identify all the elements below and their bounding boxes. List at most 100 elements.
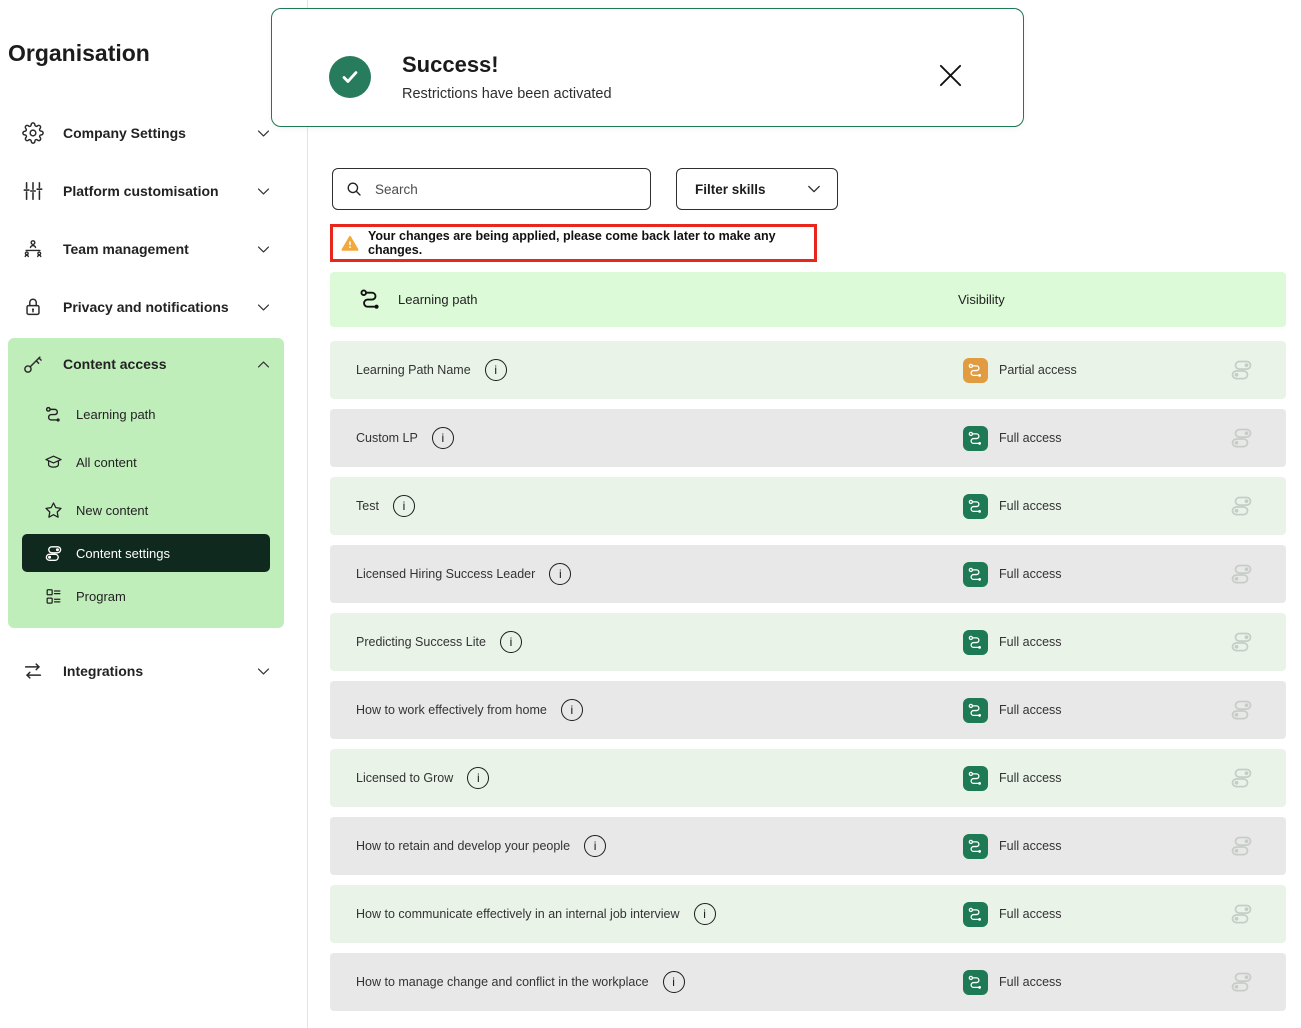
sidebar-subitem-label: Program [76,589,126,604]
info-icon[interactable]: i [393,495,415,517]
table-row: How to retain and develop your people i … [330,817,1286,875]
table-rows: Learning Path Name i Partial access Cust… [330,341,1286,1011]
filter-label: Filter skills [695,182,805,197]
filter-skills-dropdown[interactable]: Filter skills [676,168,838,210]
toast-title: Success! [402,52,499,78]
info-icon[interactable]: i [584,835,606,857]
sidebar-item-content-access[interactable]: Content access [8,338,284,390]
learning-path-table: Learning path Visibility Learning Path N… [330,272,1286,1021]
table-header: Learning path Visibility [330,272,1286,327]
toggles-icon[interactable] [1228,698,1255,722]
chevron-down-icon [255,299,272,316]
access-badge [963,562,988,587]
sidebar-subitem-label: Content settings [76,546,170,561]
path-icon [967,770,984,787]
access-badge [963,358,988,383]
toggles-icon [44,544,63,563]
sidebar-item-label: Content access [63,356,255,372]
sidebar-item-company-settings[interactable]: Company Settings [8,104,284,162]
sidebar-subitem-label: Learning path [76,407,156,422]
chevron-down-icon [255,125,272,142]
access-badge [963,630,988,655]
visibility-cell: Full access [963,426,1062,451]
access-badge [963,834,988,859]
gear-icon [22,122,44,144]
chevron-down-icon [255,183,272,200]
sidebar-item-label: Company Settings [63,125,255,141]
sidebar-item-learning-path[interactable]: Learning path [8,390,284,438]
toggles-icon[interactable] [1228,902,1255,926]
row-name: How to manage change and conflict in the… [356,975,649,989]
table-row: How to manage change and conflict in the… [330,953,1286,1011]
row-name: Test [356,499,379,513]
info-icon[interactable]: i [694,903,716,925]
access-label: Full access [999,499,1062,513]
path-icon [358,287,383,312]
table-row: Custom LP i Full access [330,409,1286,467]
row-name: Licensed Hiring Success Leader [356,567,535,581]
visibility-cell: Partial access [963,358,1077,383]
access-badge [963,698,988,723]
toggles-icon[interactable] [1228,970,1255,994]
sidebar-nav: Company Settings Platform customisation … [8,104,284,700]
table-row: Licensed Hiring Success Leader i Full ac… [330,545,1286,603]
access-label: Full access [999,771,1062,785]
info-icon[interactable]: i [500,631,522,653]
sidebar-item-program[interactable]: Program [8,572,284,620]
path-icon [967,974,984,991]
warning-message: Your changes are being applied, please c… [368,229,804,257]
toggles-icon[interactable] [1228,426,1255,450]
info-icon[interactable]: i [561,699,583,721]
table-row: How to communicate effectively in an int… [330,885,1286,943]
lock-icon [22,296,44,318]
sidebar-item-team-management[interactable]: Team management [8,220,284,278]
table-row: Learning Path Name i Partial access [330,341,1286,399]
sidebar-item-privacy-notifications[interactable]: Privacy and notifications [8,278,284,336]
column-header-learning-path: Learning path [398,292,478,307]
row-name: How to communicate effectively in an int… [356,907,680,921]
toast-message: Restrictions have been activated [402,86,612,102]
star-icon [44,501,63,520]
sidebar-item-integrations[interactable]: Integrations [8,642,284,700]
access-label: Full access [999,839,1062,853]
table-row: Licensed to Grow i Full access [330,749,1286,807]
sidebar: Organisation Company Settings Platform c… [0,0,308,1028]
sidebar-item-content-settings[interactable]: Content settings [22,534,270,572]
access-label: Full access [999,567,1062,581]
path-icon [967,838,984,855]
info-icon[interactable]: i [663,971,685,993]
search-input[interactable] [375,182,625,197]
sliders-icon [22,180,44,202]
access-badge [963,902,988,927]
chevron-up-icon [255,356,272,373]
sidebar-item-new-content[interactable]: New content [8,486,284,534]
sidebar-item-label: Privacy and notifications [63,299,255,315]
access-badge [963,426,988,451]
access-label: Partial access [999,363,1077,377]
toggles-icon[interactable] [1228,358,1255,382]
sidebar-item-label: Team management [63,241,255,257]
close-icon[interactable] [934,59,967,92]
row-name: How to retain and develop your people [356,839,570,853]
sidebar-item-all-content[interactable]: All content [8,438,284,486]
access-label: Full access [999,975,1062,989]
row-name: Learning Path Name [356,363,471,377]
path-icon [967,362,984,379]
info-icon[interactable]: i [432,427,454,449]
toggles-icon[interactable] [1228,766,1255,790]
info-icon[interactable]: i [467,767,489,789]
info-icon[interactable]: i [485,359,507,381]
info-icon[interactable]: i [549,563,571,585]
toggles-icon[interactable] [1228,494,1255,518]
toggles-icon[interactable] [1228,562,1255,586]
toggles-icon[interactable] [1228,834,1255,858]
program-icon [44,587,63,606]
sidebar-item-platform-customisation[interactable]: Platform customisation [8,162,284,220]
table-row: Test i Full access [330,477,1286,535]
toggles-icon[interactable] [1228,630,1255,654]
search-icon [345,180,363,198]
column-header-visibility: Visibility [958,292,1005,307]
warning-triangle-icon [340,234,360,253]
visibility-cell: Full access [963,630,1062,655]
graduation-cap-icon [44,453,63,472]
